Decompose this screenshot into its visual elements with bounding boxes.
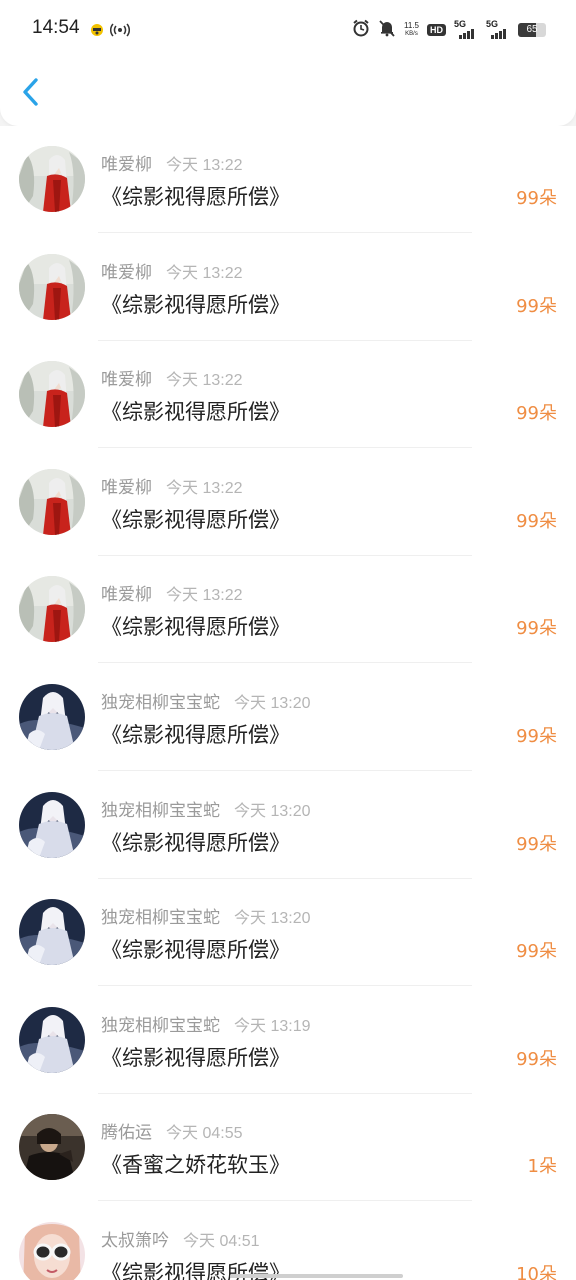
- user-name[interactable]: 独宠相柳宝宝蛇 今天 13:20: [101, 688, 311, 713]
- status-bar: 14:54 11.5 KB/s HD 5G 5G 65: [0, 0, 576, 60]
- timestamp: 今天 13:20: [234, 910, 311, 928]
- user-name-text: 独宠相柳宝宝蛇: [101, 908, 220, 929]
- book-title: 《综影视得愿所偿》: [101, 185, 290, 209]
- avatar[interactable]: [19, 146, 85, 212]
- timestamp: 今天 13:22: [166, 372, 243, 390]
- user-name[interactable]: 独宠相柳宝宝蛇 今天 13:20: [101, 903, 311, 928]
- book-title: 《综影视得愿所偿》: [101, 1045, 290, 1070]
- avatar[interactable]: [19, 899, 85, 966]
- book-title: 《综影视得愿所偿》: [101, 400, 290, 425]
- network-speed: 11.5 KB/s: [404, 21, 419, 38]
- avatar[interactable]: [19, 253, 85, 320]
- avatar[interactable]: [19, 1222, 85, 1280]
- flower-count: 99朵: [516, 403, 557, 425]
- flower-count: 99朵: [516, 726, 557, 747]
- list-item[interactable]: 太叔箫吟 今天 04:51 《综影视得愿所偿》 10朵: [0, 1202, 576, 1280]
- avatar[interactable]: [19, 361, 85, 428]
- gift-record-list[interactable]: 唯爱柳 今天 13:22 《综影视得愿所偿》 99朵 唯爱柳 今天 13:22 《综影视得…: [0, 126, 576, 1280]
- sim1-signal-icon: 5G: [454, 19, 478, 39]
- sim2-signal-icon: 5G: [486, 19, 510, 39]
- list-item[interactable]: 腾佑运 今天 04:55 《香蜜之娇花软玉》 1朵: [0, 1094, 576, 1202]
- alarm-icon: [352, 19, 370, 41]
- user-name[interactable]: 独宠相柳宝宝蛇 今天 13:19: [101, 1011, 311, 1036]
- user-name-text: 太叔箫吟: [101, 1231, 169, 1251]
- timestamp: 今天 13:20: [234, 695, 311, 712]
- user-name[interactable]: 唯爱柳 今天 13:22: [101, 473, 243, 498]
- battery-icon: 65: [518, 23, 546, 37]
- flower-count: 1朵: [527, 1156, 557, 1178]
- user-name-text: 腾佑运: [101, 1123, 152, 1144]
- status-time: 14:54: [32, 17, 80, 38]
- book-title: 《综影视得愿所偿》: [101, 507, 290, 532]
- user-name[interactable]: 唯爱柳 今天 13:22: [101, 365, 243, 390]
- timestamp: 今天 04:51: [183, 1233, 260, 1250]
- flower-count: 99朵: [516, 1048, 557, 1070]
- flower-count: 99朵: [516, 618, 557, 640]
- user-name-text: 独宠相柳宝宝蛇: [101, 693, 220, 713]
- avatar[interactable]: [19, 684, 85, 750]
- user-name[interactable]: 唯爱柳 今天 13:22: [101, 580, 243, 605]
- hd-badge: HD: [427, 24, 446, 36]
- list-item[interactable]: 独宠相柳宝宝蛇 今天 13:20 《综影视得愿所偿》 99朵: [0, 879, 576, 987]
- avatar[interactable]: [19, 1114, 85, 1181]
- user-name-text: 独宠相柳宝宝蛇: [101, 1015, 220, 1036]
- user-name-text: 唯爱柳: [101, 477, 152, 498]
- flower-count: 10朵: [516, 1264, 557, 1280]
- avatar[interactable]: [19, 468, 85, 535]
- book-title: 《综影视得愿所偿》: [101, 615, 290, 640]
- timestamp: 今天 13:19: [234, 1017, 311, 1035]
- app-notification-icon: [88, 21, 106, 39]
- user-name[interactable]: 独宠相柳宝宝蛇 今天 13:20: [101, 796, 311, 821]
- book-title: 《香蜜之娇花软玉》: [101, 1153, 290, 1178]
- avatar[interactable]: [19, 791, 85, 858]
- user-name-text: 唯爱柳: [101, 585, 152, 606]
- avatar[interactable]: [19, 1006, 85, 1073]
- list-item[interactable]: 唯爱柳 今天 13:22 《综影视得愿所偿》 99朵: [0, 449, 576, 556]
- hotspot-icon: [109, 21, 131, 39]
- list-item[interactable]: 唯爱柳 今天 13:22 《综影视得愿所偿》 99朵: [0, 556, 576, 664]
- timestamp: 今天 13:22: [166, 479, 243, 497]
- mute-icon: [378, 19, 396, 41]
- home-indicator: [230, 1274, 403, 1278]
- back-button[interactable]: [14, 72, 50, 112]
- battery-level: 65: [526, 24, 538, 35]
- user-name-text: 独宠相柳宝宝蛇: [101, 800, 220, 821]
- list-item[interactable]: 独宠相柳宝宝蛇 今天 13:20 《综影视得愿所偿》 99朵: [0, 772, 576, 879]
- book-title: 《综影视得愿所偿》: [101, 723, 290, 747]
- timestamp: 今天 04:55: [166, 1125, 243, 1143]
- book-title: 《综影视得愿所偿》: [101, 830, 290, 855]
- timestamp: 今天 13:22: [166, 587, 243, 605]
- user-name[interactable]: 腾佑运 今天 04:55: [101, 1118, 243, 1143]
- list-item[interactable]: 唯爱柳 今天 13:22 《综影视得愿所偿》 99朵: [0, 234, 576, 341]
- user-name-text: 唯爱柳: [101, 155, 152, 175]
- book-title: 《综影视得愿所偿》: [101, 292, 290, 317]
- user-name-text: 唯爱柳: [101, 262, 152, 283]
- book-title: 《综影视得愿所偿》: [101, 938, 290, 963]
- flower-count: 99朵: [516, 295, 557, 317]
- nav-bar: [0, 60, 576, 126]
- user-name-text: 唯爱柳: [101, 370, 152, 391]
- timestamp: 今天 13:22: [166, 264, 243, 282]
- chevron-left-icon: [23, 78, 38, 106]
- list-item[interactable]: 唯爱柳 今天 13:22 《综影视得愿所偿》 99朵: [0, 126, 576, 233]
- user-name[interactable]: 唯爱柳 今天 13:22: [101, 150, 243, 175]
- list-item[interactable]: 独宠相柳宝宝蛇 今天 13:20 《综影视得愿所偿》 99朵: [0, 664, 576, 771]
- timestamp: 今天 13:20: [234, 802, 311, 820]
- timestamp: 今天 13:22: [166, 157, 243, 174]
- flower-count: 99朵: [516, 941, 557, 963]
- user-name[interactable]: 太叔箫吟 今天 04:51: [101, 1226, 260, 1251]
- flower-count: 99朵: [516, 510, 557, 532]
- flower-count: 99朵: [516, 188, 557, 209]
- flower-count: 99朵: [516, 833, 557, 855]
- user-name[interactable]: 唯爱柳 今天 13:22: [101, 258, 243, 283]
- avatar[interactable]: [19, 576, 85, 643]
- list-item[interactable]: 唯爱柳 今天 13:22 《综影视得愿所偿》 99朵: [0, 341, 576, 449]
- list-item[interactable]: 独宠相柳宝宝蛇 今天 13:19 《综影视得愿所偿》 99朵: [0, 987, 576, 1094]
